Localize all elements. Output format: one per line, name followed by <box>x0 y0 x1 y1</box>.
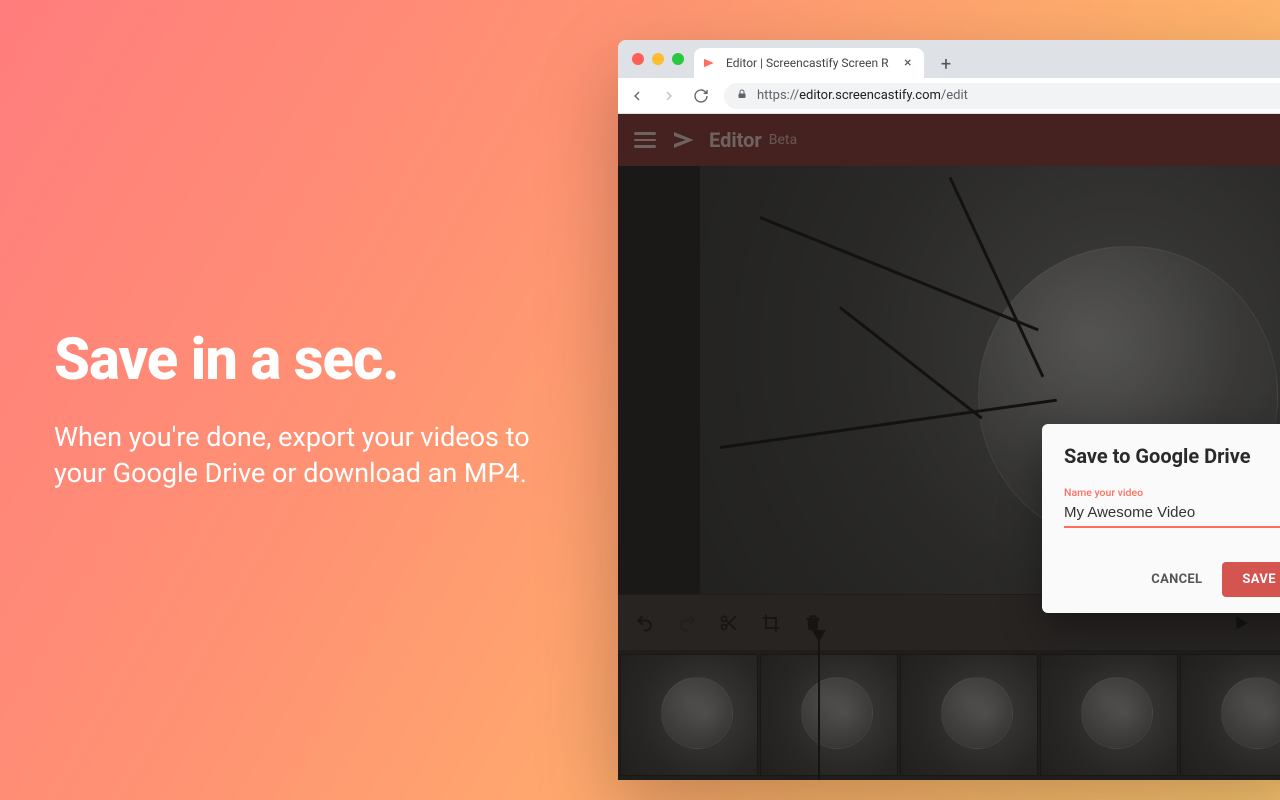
menu-button[interactable] <box>634 132 656 148</box>
timeline-thumbnail[interactable] <box>1180 654 1280 776</box>
timeline-thumbnail[interactable] <box>1040 654 1178 776</box>
window-close-icon[interactable] <box>632 53 644 65</box>
dialog-title: Save to Google Drive <box>1064 444 1280 468</box>
brand-logo-icon <box>674 130 700 150</box>
cut-button[interactable] <box>718 612 740 634</box>
url-text: https://editor.screencastify.com/edit <box>757 88 968 103</box>
app-header: Editor Beta <box>618 114 1280 166</box>
nav-reload-button[interactable] <box>692 87 710 105</box>
app-brand: Editor Beta <box>674 128 797 152</box>
window-minimize-icon[interactable] <box>652 53 664 65</box>
cancel-button[interactable]: CANCEL <box>1145 562 1208 597</box>
window-controls <box>632 53 684 65</box>
nav-back-button[interactable] <box>628 87 646 105</box>
tab-close-icon[interactable]: × <box>904 55 911 71</box>
play-button[interactable] <box>1230 612 1252 634</box>
playhead-icon[interactable] <box>818 632 820 780</box>
marketing-hero: Save in a sec. When you're done, export … <box>54 330 574 492</box>
video-name-input[interactable] <box>1064 501 1280 528</box>
tab-title: Editor | Screencastify Screen R <box>726 56 896 70</box>
stage-left-gutter <box>618 166 700 594</box>
browser-tab-active[interactable]: Editor | Screencastify Screen R × <box>694 48 924 78</box>
address-bar[interactable]: https://editor.screencastify.com/edit <box>724 83 1280 109</box>
brand-name: Editor <box>709 128 762 152</box>
browser-toolbar: https://editor.screencastify.com/edit <box>618 78 1280 114</box>
dialog-actions: CANCEL SAVE <box>1064 562 1280 597</box>
brand-tag: Beta <box>769 132 797 148</box>
lock-icon <box>736 88 748 104</box>
crop-button[interactable] <box>760 612 782 634</box>
app-viewport: Editor Beta <box>618 114 1280 780</box>
timeline-thumbnail[interactable] <box>760 654 898 776</box>
nav-forward-button[interactable] <box>660 87 678 105</box>
save-dialog: Save to Google Drive Name your video CAN… <box>1042 424 1280 613</box>
hero-headline: Save in a sec. <box>54 330 574 391</box>
hero-body: When you're done, export your videos to … <box>54 419 574 492</box>
timeline-thumbnail[interactable] <box>900 654 1038 776</box>
undo-button[interactable] <box>634 612 656 634</box>
save-button[interactable]: SAVE <box>1222 562 1280 597</box>
window-zoom-icon[interactable] <box>672 53 684 65</box>
timeline-thumbnail[interactable] <box>620 654 758 776</box>
new-tab-button[interactable]: + <box>932 50 960 78</box>
browser-window: Editor | Screencastify Screen R × + http… <box>618 40 1280 780</box>
browser-tabstrip: Editor | Screencastify Screen R × + <box>618 40 1280 78</box>
video-name-label: Name your video <box>1064 486 1280 499</box>
redo-button[interactable] <box>676 612 698 634</box>
timeline[interactable] <box>618 650 1280 780</box>
tab-favicon-icon <box>704 56 718 70</box>
